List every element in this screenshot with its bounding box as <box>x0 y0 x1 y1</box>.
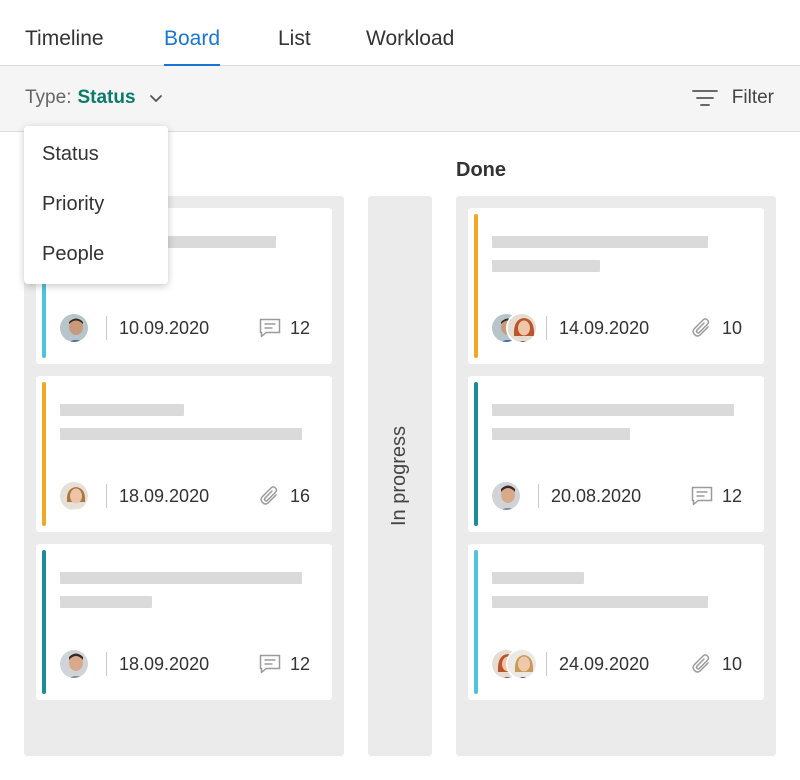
collapsed-column-label: In progress <box>368 196 432 756</box>
attachment-icon <box>692 654 710 673</box>
tab-list[interactable]: List <box>278 27 311 66</box>
tab-board[interactable]: Board <box>164 27 221 67</box>
comment-icon <box>691 486 713 506</box>
dropdown-option-people[interactable]: People <box>42 243 104 266</box>
card-status-stripe <box>474 382 478 526</box>
card-title-placeholder <box>492 236 708 248</box>
due-date: 10.09.2020 <box>119 318 210 338</box>
comment-count: 12 <box>290 654 311 674</box>
in-progress-label: In progress <box>388 425 410 526</box>
filter-icon <box>691 90 718 106</box>
attachment-icon <box>260 486 278 505</box>
due-date: 18.09.2020 <box>119 654 210 674</box>
comment-count: 12 <box>290 318 311 338</box>
attachment-icon <box>692 318 710 337</box>
type-select[interactable]: Type: Status <box>25 87 164 109</box>
card-title-placeholder <box>492 596 708 608</box>
card-title-placeholder <box>492 572 584 584</box>
task-card[interactable]: 18.09.2020 16 <box>36 376 332 532</box>
tab-timeline[interactable]: Timeline <box>25 27 104 66</box>
view-tabs: Timeline Board List Workload <box>0 0 800 67</box>
comment-count: 12 <box>722 486 743 506</box>
card-status-stripe <box>474 214 478 358</box>
due-date: 20.08.2020 <box>551 486 642 506</box>
card-status-stripe <box>42 550 46 694</box>
comment-icon <box>259 318 281 338</box>
card-status-stripe <box>474 550 478 694</box>
type-label: Type: <box>25 87 72 108</box>
attachment-count: 10 <box>722 654 743 674</box>
card-title-placeholder <box>60 572 302 584</box>
due-date: 24.09.2020 <box>559 654 650 674</box>
chevron-down-icon <box>149 95 162 102</box>
filter-label: Filter <box>731 87 774 108</box>
card-divider <box>106 652 107 676</box>
card-divider <box>546 316 547 340</box>
card-title-placeholder <box>492 404 734 416</box>
board-toolbar: Type: Status Filter <box>0 66 800 132</box>
card-title-placeholder <box>492 428 630 440</box>
card-divider <box>106 316 107 340</box>
filter-button[interactable]: Filter <box>691 87 774 109</box>
avatar[interactable] <box>506 648 538 680</box>
card-status-stripe <box>42 382 46 526</box>
dropdown-option-status[interactable]: Status <box>42 143 99 166</box>
attachment-count: 16 <box>290 486 311 506</box>
comment-icon <box>259 654 281 674</box>
card-title-placeholder <box>492 260 600 272</box>
due-date: 18.09.2020 <box>119 486 210 506</box>
card-title-placeholder <box>60 596 152 608</box>
avatar[interactable] <box>58 480 90 512</box>
avatar[interactable] <box>490 480 522 512</box>
type-value: Status <box>77 87 136 108</box>
tab-workload[interactable]: Workload <box>366 27 454 66</box>
card-title-placeholder <box>60 404 184 416</box>
avatar[interactable] <box>58 312 90 344</box>
attachment-count: 10 <box>722 318 743 338</box>
dropdown-option-priority[interactable]: Priority <box>42 193 104 216</box>
type-dropdown-menu: Status Priority People <box>24 126 168 284</box>
avatar[interactable] <box>506 312 538 344</box>
task-card[interactable]: 20.08.2020 12 <box>468 376 764 532</box>
due-date: 14.09.2020 <box>559 318 650 338</box>
card-divider <box>538 484 539 508</box>
column-title-done: Done <box>456 159 506 181</box>
task-card[interactable]: 18.09.2020 12 <box>36 544 332 700</box>
card-divider <box>546 652 547 676</box>
avatar[interactable] <box>58 648 90 680</box>
card-divider <box>106 484 107 508</box>
card-title-placeholder <box>60 428 302 440</box>
task-card[interactable]: 24.09.2020 10 <box>468 544 764 700</box>
task-card[interactable]: 14.09.2020 10 <box>468 208 764 364</box>
